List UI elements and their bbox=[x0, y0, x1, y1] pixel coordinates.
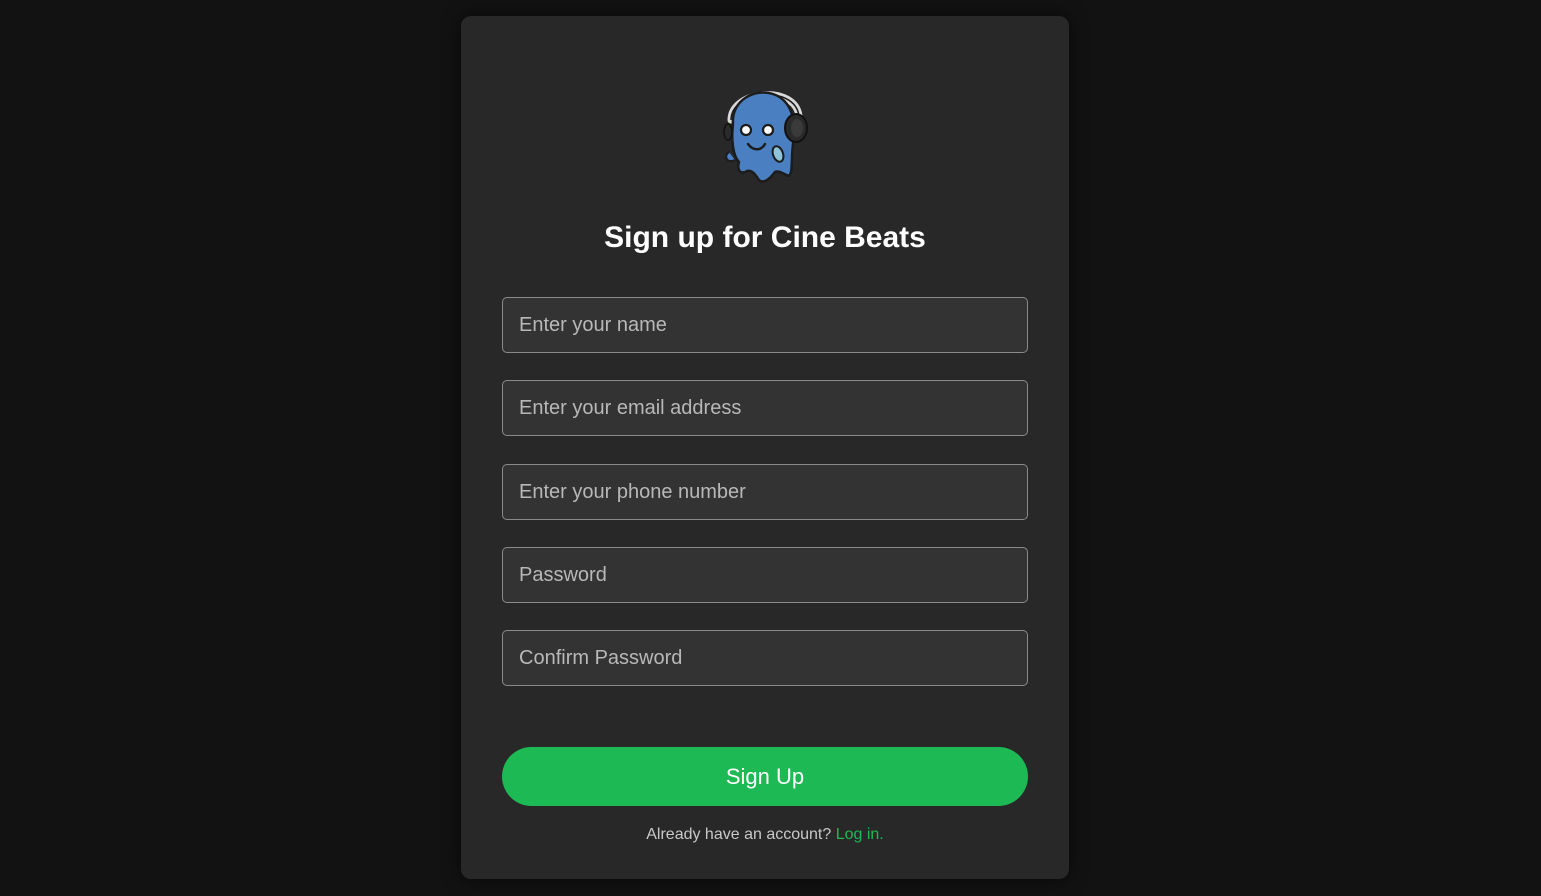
confirm-password-field[interactable] bbox=[502, 630, 1028, 686]
login-prompt-period: . bbox=[879, 826, 884, 843]
name-field[interactable] bbox=[502, 297, 1028, 353]
signup-card: Sign up for Cine Beats Sign Up Already h… bbox=[461, 16, 1069, 879]
login-link[interactable]: Log in bbox=[836, 826, 880, 843]
ghost-headphones-icon bbox=[723, 91, 808, 183]
password-field[interactable] bbox=[502, 547, 1028, 603]
email-field[interactable] bbox=[502, 380, 1028, 436]
sign-up-button[interactable]: Sign Up bbox=[502, 747, 1028, 806]
login-prompt: Already have an account? Log in. bbox=[461, 825, 1069, 845]
login-prompt-text: Already have an account? bbox=[646, 826, 836, 843]
page-title: Sign up for Cine Beats bbox=[604, 221, 926, 254]
phone-field[interactable] bbox=[502, 464, 1028, 520]
